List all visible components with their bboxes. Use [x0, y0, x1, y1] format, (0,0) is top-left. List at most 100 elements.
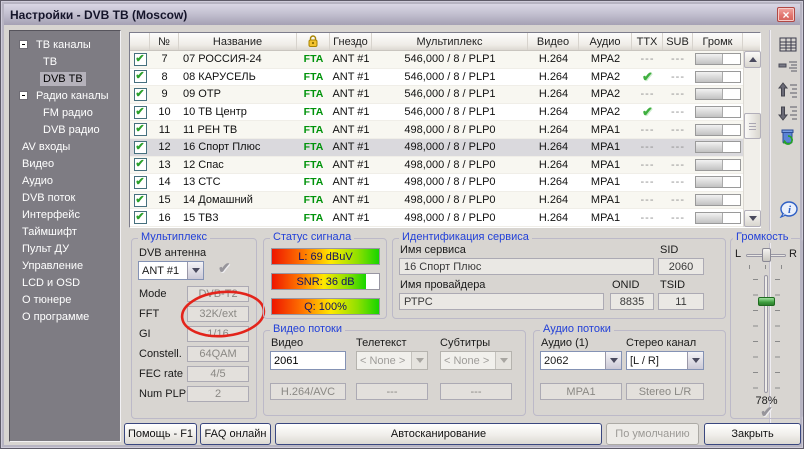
sidebar-item-14[interactable]: LCD и OSD — [10, 274, 120, 291]
param-label-num-plp: Num PLP — [139, 388, 186, 400]
column-header-num[interactable]: № — [150, 33, 179, 50]
volume-slider[interactable] — [764, 275, 768, 393]
sidebar-item-5[interactable]: DVB радио — [10, 121, 120, 138]
channel-row-10[interactable]: ✔1010 ТВ ЦентрFTAANT #1546,000 / 8 / PLP… — [130, 104, 743, 122]
channel-row-16[interactable]: ✔1615 ТВ3FTAANT #1498,000 / 8 / PLP0H.26… — [130, 209, 743, 227]
help-button[interactable]: Помощь - F1 — [124, 423, 197, 445]
column-header-video[interactable]: Видео — [528, 33, 579, 50]
onid-field: 8835 — [610, 293, 654, 310]
table-scrollbar[interactable] — [743, 51, 760, 227]
volume-slider-thumb[interactable] — [758, 297, 775, 306]
param-value-mode: DVB-T2 — [187, 286, 249, 302]
channel-row-15[interactable]: ✔1514 ДомашнийFTAANT #1498,000 / 8 / PLP… — [130, 192, 743, 210]
channel-checkbox[interactable]: ✔ — [134, 194, 147, 207]
channel-row-11[interactable]: ✔1111 РЕН ТВFTAANT #1498,000 / 8 / PLP0H… — [130, 121, 743, 139]
sidebar-item-13[interactable]: Управление — [10, 257, 120, 274]
column-header-sub[interactable]: SUB — [663, 33, 693, 50]
antenna-label: DVB антенна — [139, 247, 206, 259]
channel-checkbox[interactable]: ✔ — [134, 176, 147, 189]
channel-checkbox[interactable]: ✔ — [134, 70, 147, 83]
delete-list-button[interactable] — [776, 126, 800, 146]
channel-checkbox[interactable]: ✔ — [134, 211, 147, 224]
channel-row-8[interactable]: ✔808 КАРУСЕЛЬFTAANT #1546,000 / 8 / PLP1… — [130, 69, 743, 87]
sidebar-item-label: О тюнере — [19, 293, 74, 307]
ttx-empty: --- — [641, 88, 655, 100]
sidebar-item-3[interactable]: Радио каналы — [10, 87, 120, 104]
column-header-check[interactable] — [130, 33, 150, 50]
channel-checkbox[interactable]: ✔ — [134, 141, 147, 154]
sidebar-item-7[interactable]: Видео — [10, 155, 120, 172]
close-button[interactable]: × — [777, 7, 795, 22]
title-bar[interactable]: Настройки - DVB ТВ (Moscow) × — [4, 4, 800, 25]
sidebar-item-1[interactable]: ТВ — [10, 53, 120, 70]
channel-name: 10 ТВ Центр — [179, 104, 297, 121]
sidebar-item-12[interactable]: Пульт ДУ — [10, 240, 120, 257]
sidebar-item-9[interactable]: DVB поток — [10, 189, 120, 206]
faq-button[interactable]: FAQ онлайн — [200, 423, 271, 445]
column-header-name[interactable]: Название — [179, 33, 297, 50]
ttx-cell: ✔ — [632, 104, 663, 121]
column-header-access[interactable] — [297, 33, 330, 50]
scrollbar-thumb[interactable] — [744, 113, 761, 139]
move-up-button[interactable] — [776, 80, 800, 100]
sidebar-item-label: DVB радио — [40, 123, 103, 137]
sidebar-item-0[interactable]: ТВ каналы — [10, 36, 120, 53]
channel-row-7[interactable]: ✔707 РОССИЯ-24FTAANT #1546,000 / 8 / PLP… — [130, 51, 743, 69]
channel-grid-button[interactable] — [776, 34, 800, 54]
sidebar-item-4[interactable]: FM радио — [10, 104, 120, 121]
column-header-vol[interactable]: Громк — [693, 33, 743, 50]
move-down-button[interactable] — [776, 103, 800, 123]
video-codec-cell: H.264 — [528, 104, 579, 121]
balance-slider-thumb[interactable] — [762, 248, 771, 262]
stereo-select[interactable]: [L / R] — [626, 351, 704, 370]
channel-row-9[interactable]: ✔909 ОТРFTAANT #1546,000 / 8 / PLP1H.264… — [130, 86, 743, 104]
channel-row-13[interactable]: ✔1312 СпасFTAANT #1498,000 / 8 / PLP0H.2… — [130, 157, 743, 175]
autoscan-button[interactable]: Автосканирование — [275, 423, 602, 445]
channel-name: 14 Домашний — [179, 192, 297, 209]
ttx-empty: --- — [641, 141, 655, 153]
channel-checkbox[interactable]: ✔ — [134, 123, 147, 136]
provider-label: Имя провайдера — [400, 279, 485, 291]
audio-pid-select[interactable]: 2062 — [540, 351, 622, 370]
channel-checkbox[interactable]: ✔ — [134, 158, 147, 171]
video-codec-cell: H.264 — [528, 51, 579, 68]
sidebar-item-2[interactable]: DVB ТВ — [10, 70, 120, 87]
channel-checkbox[interactable]: ✔ — [134, 88, 147, 101]
column-header-audio[interactable]: Аудио — [579, 33, 632, 50]
antenna-select[interactable]: ANT #1 — [138, 261, 204, 280]
sidebar-item-8[interactable]: Аудио — [10, 172, 120, 189]
scroll-up-button[interactable] — [744, 51, 761, 68]
access-cell: FTA — [297, 192, 330, 209]
video-codec-cell: H.264 — [528, 86, 579, 103]
volume-cell — [693, 51, 743, 68]
channel-checkbox[interactable]: ✔ — [134, 106, 147, 119]
channel-row-12[interactable]: ✔1216 Спорт ПлюсFTAANT #1498,000 / 8 / P… — [130, 139, 743, 157]
column-header-socket[interactable]: Гнездо — [330, 33, 372, 50]
column-header-ttx[interactable]: TTX — [632, 33, 663, 50]
sidebar-item-10[interactable]: Интерфейс — [10, 206, 120, 223]
ttx-empty: --- — [641, 159, 655, 171]
sidebar-item-6[interactable]: AV входы — [10, 138, 120, 155]
column-header-mux[interactable]: Мультиплекс — [372, 33, 528, 50]
sidebar-item-15[interactable]: О тюнере — [10, 291, 120, 308]
remove-channel-button[interactable] — [776, 57, 800, 77]
audio-dropdown-button[interactable] — [605, 352, 621, 369]
channel-name: 07 РОССИЯ-24 — [179, 51, 297, 68]
volume-ticks-left — [753, 279, 758, 389]
access-cell: FTA — [297, 69, 330, 86]
sidebar-item-11[interactable]: Таймшифт — [10, 223, 120, 240]
video-pid-input[interactable] — [270, 351, 346, 370]
channel-checkbox-cell: ✔ — [130, 51, 150, 68]
channel-row-14[interactable]: ✔1413 СТСFTAANT #1498,000 / 8 / PLP0H.26… — [130, 174, 743, 192]
sidebar-item-16[interactable]: О программе — [10, 308, 120, 325]
defaults-button: По умолчанию — [606, 423, 699, 445]
stereo-dropdown-button[interactable] — [687, 352, 703, 369]
close-dialog-button[interactable]: Закрыть — [704, 423, 801, 445]
info-button[interactable]: i — [776, 199, 800, 219]
tree-expander-icon[interactable] — [19, 40, 28, 49]
channel-checkbox[interactable]: ✔ — [134, 53, 147, 66]
tree-expander-icon[interactable] — [19, 91, 28, 100]
antenna-dropdown-button[interactable] — [187, 262, 203, 279]
scroll-down-button[interactable] — [744, 210, 761, 227]
channel-checkbox-cell: ✔ — [130, 121, 150, 138]
